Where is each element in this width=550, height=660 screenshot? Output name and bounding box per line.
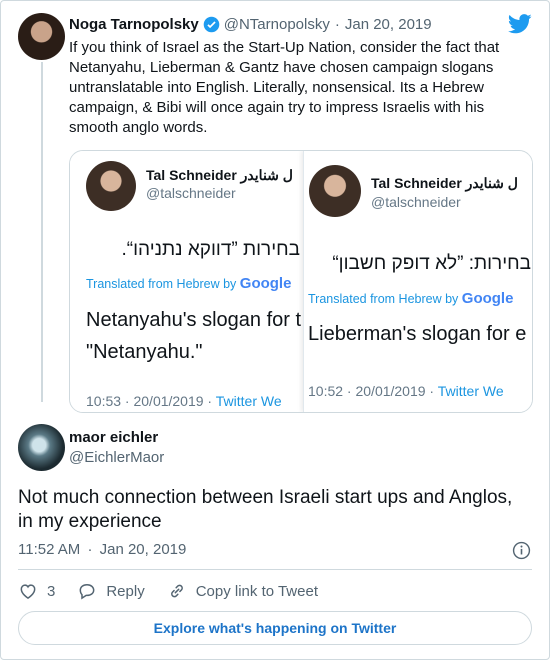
embedded-name: Tal Schneider ل شنايدر (371, 175, 518, 191)
embedded-hebrew-text: בחירות: ”לא דופק חשבון“ (332, 253, 531, 274)
reply-icon (77, 581, 97, 601)
divider (18, 569, 532, 570)
reply-text: Not much connection between Israeli star… (18, 487, 513, 532)
heart-icon (18, 581, 38, 601)
translation-line-1: Netanyahu's slogan for t (86, 309, 302, 331)
tweet-date[interactable]: Jan 20, 2019 (345, 16, 432, 33)
reply-timestamp[interactable]: 11:52 AM · Jan 20, 2019 (18, 541, 186, 558)
embedded-timestamp: 10:52 · 20/01/2019 · Twitter We (308, 383, 504, 399)
embedded-screenshot-lieberman: Tal Schneider ل شنايدر @talschneider בחי… (303, 151, 532, 412)
translation-line-1: Lieberman's slogan for e (308, 323, 527, 345)
embedded-timestamp: 10:53 · 20/01/2019 · Twitter We (86, 393, 282, 409)
twitter-bird-icon[interactable] (507, 14, 532, 39)
embedded-screenshot-netanyahu: Tal Schneider ل شنايدر @talschneider בחי… (70, 151, 302, 412)
embedded-handle: @talschneider (371, 194, 461, 210)
google-logo: Google (461, 290, 514, 307)
reply-author-handle[interactable]: @EichlerMaor (69, 449, 164, 466)
reply-label: Reply (106, 582, 145, 600)
reply-author-avatar[interactable] (18, 424, 65, 471)
embedded-handle: @talschneider (146, 185, 236, 201)
translated-label: Translated from Hebrew by Google (86, 275, 292, 292)
verified-badge-icon (203, 16, 220, 33)
date-separator: · (334, 16, 340, 33)
embedded-hebrew-text: בחירות ”דווקא נתניהו“. (121, 239, 301, 260)
like-count: 3 (47, 582, 56, 600)
author-handle[interactable]: @NTarnopolsky (224, 16, 330, 33)
author-name[interactable]: Noga Tarnopolsky (69, 16, 199, 33)
info-icon[interactable] (512, 541, 531, 565)
embedded-name: Tal Schneider ل شنايدر (146, 167, 293, 183)
reply-button[interactable]: Reply (77, 581, 145, 601)
translation-line-2: "Netanyahu." (86, 341, 203, 363)
link-icon (167, 581, 187, 601)
copy-link-button[interactable]: Copy link to Tweet (167, 581, 318, 601)
embedded-avatar (86, 161, 136, 211)
tweet-text: If you think of Israel as the Start-Up N… (69, 39, 500, 136)
translated-label: Translated from Hebrew by Google (308, 290, 514, 307)
embedded-avatar (309, 165, 361, 217)
reply-author-name[interactable]: maor eichler (69, 429, 158, 446)
tweet-media[interactable]: Tal Schneider ل شنايدر @talschneider בחי… (69, 150, 533, 413)
copy-link-label: Copy link to Tweet (195, 582, 318, 600)
like-button[interactable]: 3 (18, 581, 55, 601)
explore-twitter-button[interactable]: Explore what's happening on Twitter (18, 611, 532, 645)
google-logo: Google (239, 275, 292, 292)
author-avatar[interactable] (18, 13, 65, 60)
thread-connector-line (41, 62, 43, 402)
tweet-actions: 3 Reply Copy link to Tweet (18, 581, 340, 601)
